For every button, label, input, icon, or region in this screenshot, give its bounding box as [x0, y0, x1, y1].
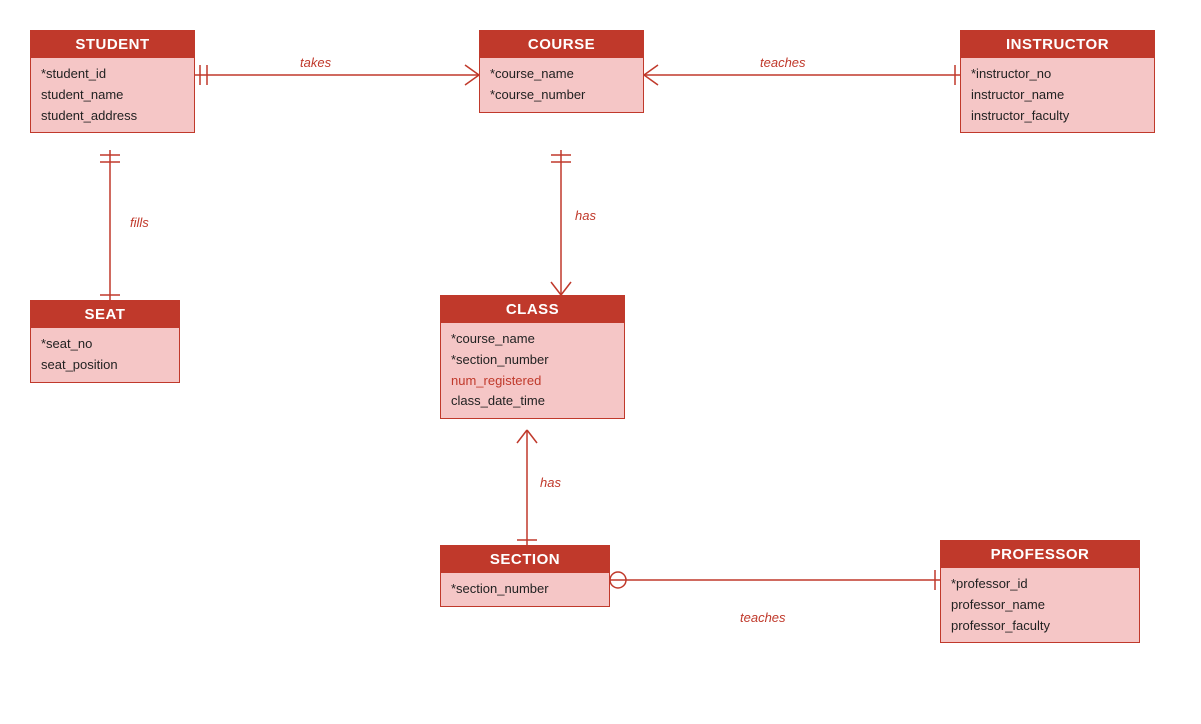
seat-field-1: *seat_no	[41, 334, 169, 355]
student-title: STUDENT	[31, 31, 194, 58]
class-body: *course_name *section_number num_registe…	[441, 323, 624, 418]
instructor-field-3: instructor_faculty	[971, 106, 1144, 127]
student-field-3: student_address	[41, 106, 184, 127]
professor-field-1: *professor_id	[951, 574, 1129, 595]
instructor-title: INSTRUCTOR	[961, 31, 1154, 58]
instructor-body: *instructor_no instructor_name instructo…	[961, 58, 1154, 132]
class-field-2: *section_number	[451, 350, 614, 371]
instructor-entity: INSTRUCTOR *instructor_no instructor_nam…	[960, 30, 1155, 133]
course-entity: COURSE *course_name *course_number	[479, 30, 644, 113]
student-field-1: *student_id	[41, 64, 184, 85]
class-field-1: *course_name	[451, 329, 614, 350]
professor-title: PROFESSOR	[941, 541, 1139, 568]
course-field-2: *course_number	[490, 85, 633, 106]
has-class-section-label: has	[540, 475, 561, 490]
seat-body: *seat_no seat_position	[31, 328, 179, 382]
seat-entity: SEAT *seat_no seat_position	[30, 300, 180, 383]
instructor-field-2: instructor_name	[971, 85, 1144, 106]
class-title: CLASS	[441, 296, 624, 323]
student-entity: STUDENT *student_id student_name student…	[30, 30, 195, 133]
diagram: takes teaches fills has has teaches STUD…	[0, 0, 1201, 724]
class-field-4: class_date_time	[451, 391, 614, 412]
takes-label: takes	[300, 55, 331, 70]
professor-entity: PROFESSOR *professor_id professor_name p…	[940, 540, 1140, 643]
instructor-field-1: *instructor_no	[971, 64, 1144, 85]
section-body: *section_number	[441, 573, 609, 606]
fills-label: fills	[130, 215, 149, 230]
course-title: COURSE	[480, 31, 643, 58]
has-course-class-label: has	[575, 208, 596, 223]
professor-body: *professor_id professor_name professor_f…	[941, 568, 1139, 642]
section-title: SECTION	[441, 546, 609, 573]
teaches-professor-label: teaches	[740, 610, 786, 625]
student-field-2: student_name	[41, 85, 184, 106]
teaches-instructor-label: teaches	[760, 55, 806, 70]
course-body: *course_name *course_number	[480, 58, 643, 112]
professor-field-2: professor_name	[951, 595, 1129, 616]
section-entity: SECTION *section_number	[440, 545, 610, 607]
class-field-3: num_registered	[451, 371, 614, 392]
class-entity: CLASS *course_name *section_number num_r…	[440, 295, 625, 419]
professor-field-3: professor_faculty	[951, 616, 1129, 637]
student-body: *student_id student_name student_address	[31, 58, 194, 132]
seat-field-2: seat_position	[41, 355, 169, 376]
section-field-1: *section_number	[451, 579, 599, 600]
seat-title: SEAT	[31, 301, 179, 328]
course-field-1: *course_name	[490, 64, 633, 85]
